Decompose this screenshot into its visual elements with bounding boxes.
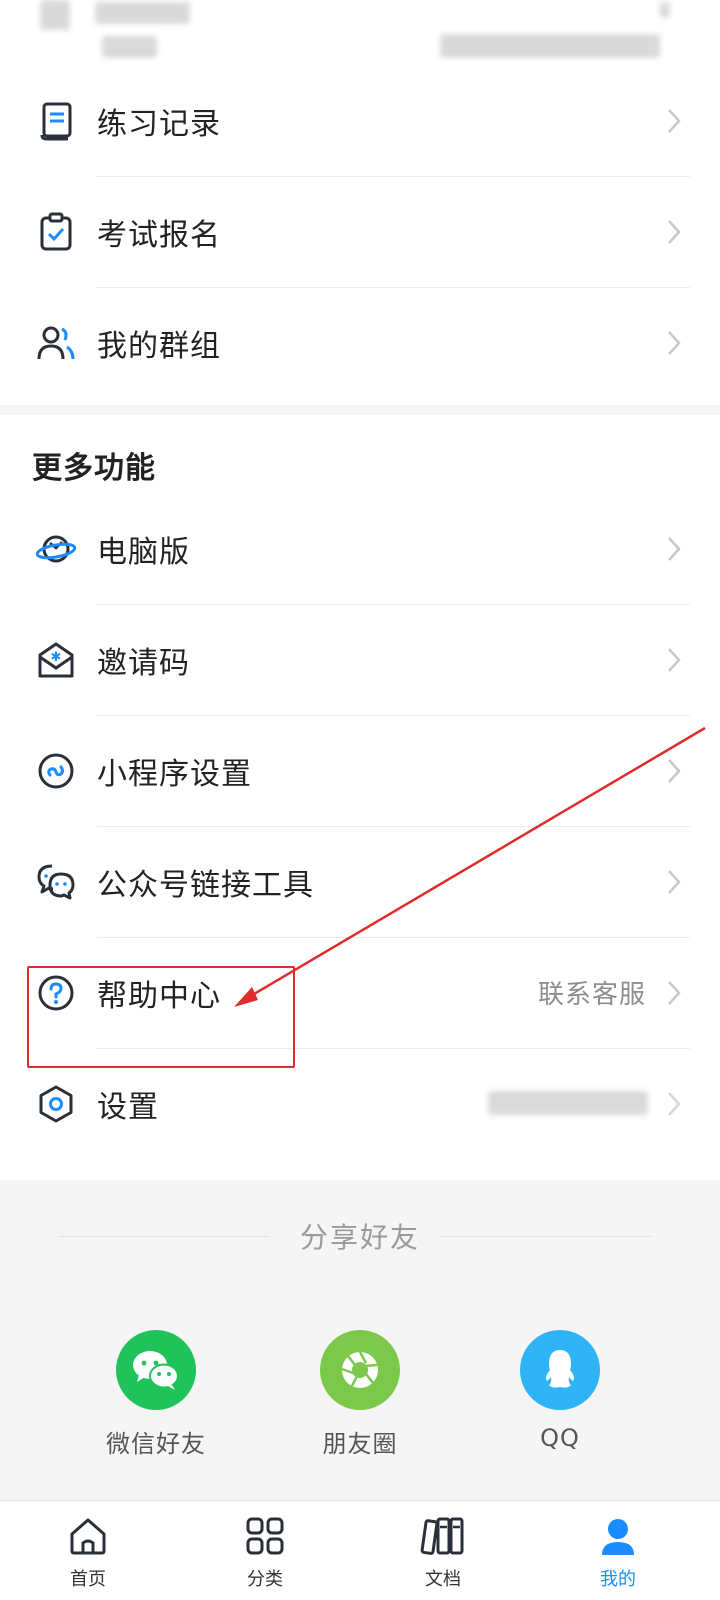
share-divider-right	[440, 1236, 652, 1237]
menu-label: 我的群组	[97, 328, 221, 364]
menu-item-my-groups[interactable]: 我的群组	[0, 286, 720, 399]
section-title-more-features: 更多功能	[32, 451, 156, 486]
tab-documents[interactable]: 文档	[393, 1513, 493, 1591]
user-icon	[568, 1513, 668, 1559]
menu-label: 邀请码	[97, 645, 190, 681]
top-chevron-blur	[660, 2, 670, 18]
menu-label: 电脑版	[97, 534, 190, 570]
menu-label: 公众号链接工具	[97, 867, 314, 903]
tab-mine[interactable]: 我的	[568, 1513, 668, 1591]
user-info-strip	[0, 0, 720, 64]
planet-icon	[36, 529, 76, 569]
wechat-icon	[116, 1330, 196, 1410]
share-wechat-friends[interactable]: 微信好友	[86, 1330, 226, 1459]
tab-category[interactable]: 分类	[215, 1513, 315, 1591]
share-label: QQ	[540, 1424, 580, 1452]
chevron-right-icon	[666, 868, 682, 896]
chevron-right-icon	[666, 329, 682, 357]
share-section: 分享好友 微信好友 朋友圈 QQ	[0, 1180, 720, 1500]
menu-label: 设置	[97, 1089, 159, 1125]
clipboard-check-icon	[36, 212, 76, 252]
menu-item-practice-records[interactable]: 练习记录	[0, 64, 720, 177]
section-separator	[0, 405, 720, 415]
chat-bubbles-icon	[36, 862, 76, 902]
username-blur	[95, 2, 190, 24]
tab-label: 首页	[70, 1569, 106, 1590]
annotation-highlight-box	[27, 966, 295, 1068]
share-label: 朋友圈	[322, 1430, 398, 1458]
tab-label: 文档	[425, 1569, 461, 1590]
share-moments[interactable]: 朋友圈	[290, 1330, 430, 1459]
menu-item-official-account-link-tool[interactable]: 公众号链接工具	[0, 825, 720, 938]
menu-label: 练习记录	[97, 106, 221, 142]
grid-icon	[215, 1513, 315, 1559]
tab-label: 我的	[600, 1569, 636, 1590]
bottom-tab-bar: 首页 分类 文档 我的	[0, 1500, 720, 1600]
tab-home[interactable]: 首页	[38, 1513, 138, 1591]
hexagon-settings-icon	[36, 1084, 76, 1124]
chevron-right-icon	[666, 1090, 682, 1118]
menu-item-desktop-version[interactable]: 电脑版	[0, 492, 720, 605]
books-icon	[393, 1513, 493, 1559]
share-label: 微信好友	[106, 1430, 206, 1458]
version-blur	[488, 1091, 648, 1115]
tab-label: 分类	[247, 1569, 283, 1590]
menu-item-mini-program-settings[interactable]: 小程序设置	[0, 714, 720, 827]
chevron-right-icon	[666, 218, 682, 246]
menu-label: 小程序设置	[97, 756, 252, 792]
time-blur	[102, 36, 157, 58]
home-icon	[38, 1513, 138, 1559]
group-icon	[36, 323, 76, 363]
chevron-right-icon	[666, 535, 682, 563]
avatar-blur	[40, 0, 70, 30]
share-title-row: 分享好友	[0, 1216, 720, 1256]
info-blur	[440, 34, 660, 58]
svg-text:✱: ✱	[51, 650, 62, 665]
chevron-right-icon	[666, 107, 682, 135]
chevron-right-icon	[666, 979, 682, 1007]
moments-aperture-icon	[320, 1330, 400, 1410]
menu-item-invite-code[interactable]: ✱ 邀请码	[0, 603, 720, 716]
mini-program-icon	[36, 751, 76, 791]
chevron-right-icon	[666, 646, 682, 674]
menu-item-exam-registration[interactable]: 考试报名	[0, 175, 720, 288]
envelope-star-icon: ✱	[36, 640, 76, 680]
qq-penguin-icon	[520, 1330, 600, 1410]
menu-label: 考试报名	[97, 217, 221, 253]
share-qq[interactable]: QQ	[490, 1330, 630, 1452]
chevron-right-icon	[666, 757, 682, 785]
contact-support-link[interactable]: 联系客服	[538, 974, 646, 1011]
document-icon	[36, 101, 76, 141]
